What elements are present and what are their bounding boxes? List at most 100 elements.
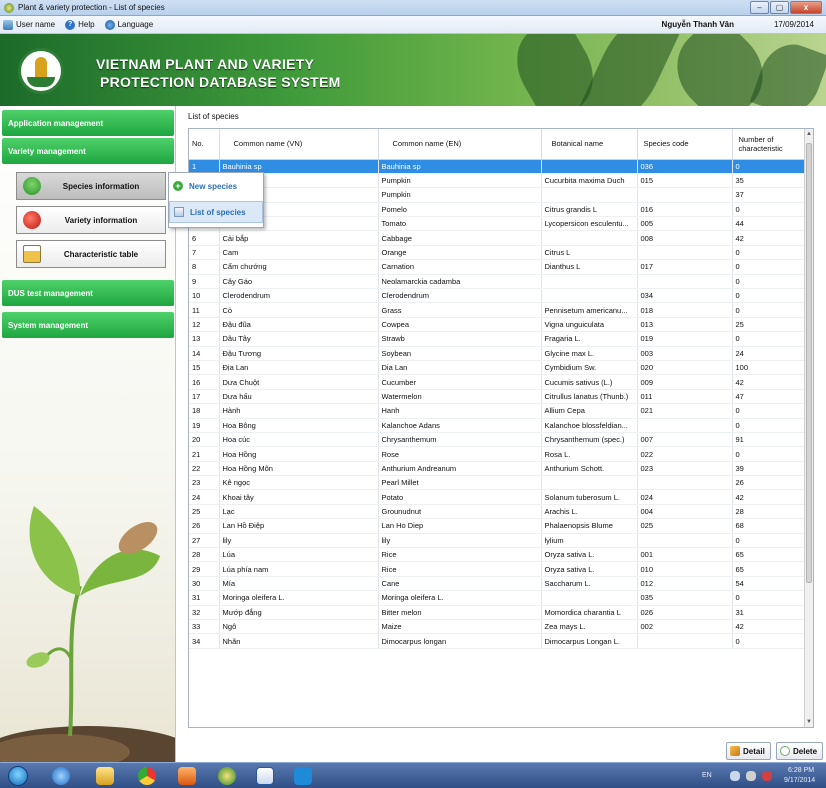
ie-icon[interactable] [52, 767, 70, 785]
table-cell: Kalanchoe blossfeldian... [541, 418, 638, 433]
column-header[interactable]: Botanical name [541, 129, 638, 160]
table-cell [541, 274, 638, 290]
plant-app-icon[interactable] [218, 767, 236, 785]
table-row[interactable]: 31 Moringa oleifera L. Moringa oleifera L.… [189, 590, 807, 606]
table-cell: 013 [637, 317, 733, 333]
menu-language[interactable]: Language [104, 19, 153, 30]
table-row[interactable]: 13 Dâu Tây Strawb Fragaria L. 019 0 [189, 331, 807, 347]
menu-user-name[interactable]: User name [3, 19, 56, 30]
scroll-up-icon[interactable]: ▲ [805, 129, 813, 139]
table-row[interactable]: 8 Cẩm chướng Carnation Dianthus L 017 0 [189, 259, 807, 275]
nav-variety-information[interactable]: Variety information [16, 206, 166, 234]
table-row[interactable]: 23 Kê ngọc Pearl Millet 26 [189, 475, 807, 491]
table-cell: 44 [732, 216, 807, 232]
table-row[interactable]: 12 Đậu đũa Cowpea Vigna unguiculata 013 25 [189, 317, 807, 333]
nav-system-management[interactable]: System management [2, 312, 174, 338]
table-row[interactable]: 15 Địa Lan Dia Lan Cymbidium Sw. 020 100 [189, 360, 807, 376]
start-button-icon[interactable] [8, 766, 28, 786]
table-row[interactable]: 18 Hành Hanh Allium Cepa 021 0 [189, 403, 807, 419]
tray-language[interactable]: EN [702, 772, 712, 779]
close-button[interactable]: x [790, 1, 822, 14]
column-header[interactable]: Number of characteristic [732, 129, 807, 160]
table-cell: 17 [189, 389, 220, 405]
scrollbar-thumb[interactable] [806, 143, 812, 583]
volume-icon[interactable] [746, 771, 756, 781]
folder-icon[interactable] [96, 767, 114, 785]
table-cell: Saccharum L. [541, 576, 638, 592]
table-row[interactable]: 19 Hoa Bông Kalanchoe Adans Kalanchoe bloss… [189, 418, 807, 433]
table-cell: 68 [732, 518, 807, 534]
nav-application-management[interactable]: Application management [2, 110, 174, 136]
table-cell: Pennisetum americanu... [541, 302, 638, 318]
vertical-scrollbar[interactable]: ▲ ▼ [804, 129, 813, 727]
table-cell: Hoa Hồng [219, 446, 379, 462]
nav-dus-test-management[interactable]: DUS test management [2, 280, 174, 306]
nav-species-information[interactable]: Species information [16, 172, 166, 200]
table-cell [637, 475, 733, 491]
detail-button[interactable]: Detail [726, 742, 771, 760]
table-cell: 34 [189, 633, 220, 649]
table-cell: 25 [189, 504, 220, 520]
menu-help[interactable]: ? Help [65, 19, 95, 30]
table-row[interactable]: 29 Lúa phía nam Rice Oryza sativa L. 010 65 [189, 561, 807, 577]
maximize-button[interactable]: ▢ [770, 1, 789, 14]
tree-icon [23, 177, 41, 195]
menu-list-of-species[interactable]: List of species [169, 201, 263, 223]
table-row[interactable]: 7 Cam Orange Citrus L 0 [189, 245, 807, 261]
nav-characteristic-table[interactable]: Characteristic table [16, 240, 166, 268]
table-cell: 91 [732, 432, 807, 448]
delete-button[interactable]: Delete [776, 742, 824, 760]
table-cell: Moringa oleifera L. [219, 590, 379, 606]
table-row[interactable]: 14 Đậu Tương Soybean Glycine max L. 003 24 [189, 346, 807, 361]
tray-time[interactable]: 6:28 PM [788, 767, 814, 774]
table-cell: Pearl Millet [378, 475, 542, 491]
chrome-icon[interactable] [138, 767, 156, 785]
table-row[interactable]: 27 lily lily lylium 0 [189, 533, 807, 549]
network-icon[interactable] [730, 771, 740, 781]
table-row[interactable]: 6 Cải bắp Cabbage 008 42 [189, 230, 807, 246]
menu-user-name-label: User name [16, 20, 56, 29]
table-row[interactable]: 3hataPumpkin37 [189, 187, 807, 203]
table-cell: Carnation [378, 259, 542, 275]
table-row[interactable]: 20 Hoa cúc Chrysanthemum Chrysanthemum (spe… [189, 432, 807, 448]
medical-app-icon[interactable] [294, 767, 312, 785]
scroll-down-icon[interactable]: ▼ [805, 717, 813, 727]
table-row[interactable]: 5Cà chuaTomatoLycopersicon esculentu...0… [189, 216, 807, 232]
table-cell: Clerodendrum [378, 288, 542, 304]
table-row[interactable]: 17 Dưa hấu Watermelon Citrullus lanatus (Th… [189, 389, 807, 405]
column-header[interactable]: Common name (VN) [219, 129, 379, 160]
table-row[interactable]: 32 Mướp đắng Bitter melon Momordica charant… [189, 605, 807, 621]
table-cell: Kalanchoe Adans [378, 418, 542, 433]
table-row[interactable]: 26 Lan Hồ Điệp Lan Ho Diep Phalaenopsis Blu… [189, 518, 807, 534]
table-row[interactable]: 16 Dưa Chuột Cucumber Cucumis sativus (L.) 0… [189, 374, 807, 390]
table-cell: 42 [732, 374, 807, 390]
table-row[interactable]: 22 Hoa Hồng Môn Anthurium Andreanum Anthuri… [189, 461, 807, 477]
alert-icon[interactable] [762, 771, 772, 781]
table-row[interactable]: 11 Cỏ Grass Pennisetum americanu... 018 0 [189, 302, 807, 318]
table-row[interactable]: 24 Khoai tây Potato Solanum tuberosum L. 024… [189, 489, 807, 505]
table-row[interactable]: 10 Clerodendrum Clerodendrum 034 0 [189, 288, 807, 304]
table-row[interactable]: 4PomeloCitrus grandis L0160 [189, 202, 807, 218]
word-icon[interactable] [256, 767, 274, 785]
tray-date[interactable]: 9/17/2014 [784, 777, 815, 784]
table-row[interactable]: 21 Hoa Hồng Rose Rosa L. 022 0 [189, 446, 807, 462]
table-cell: 019 [637, 331, 733, 347]
table-row[interactable]: 1 Bauhinia sp Bauhinia sp 036 0 [189, 159, 807, 174]
table-row[interactable]: 30 Mía Cane Saccharum L. 012 54 [189, 576, 807, 592]
table-row[interactable]: 9 Cây Gáo Neolamarckia cadamba 0 [189, 274, 807, 290]
media-icon[interactable] [178, 767, 196, 785]
table-row[interactable]: 33 Ngô Maize Zea mays L. 002 42 [189, 619, 807, 635]
column-header[interactable]: Species code [637, 129, 733, 160]
table-row[interactable]: 2PumpkinCucurbita maxima Duch01535 [189, 173, 807, 189]
column-header[interactable]: Common name (EN) [378, 129, 542, 160]
nav-variety-management[interactable]: Variety management [2, 138, 174, 164]
help-icon: ? [65, 19, 76, 30]
table-row[interactable]: 34 Nhãn Dimocarpus longan Dimocarpus Longan… [189, 633, 807, 649]
table-row[interactable]: 25 Lạc Grounudnut Arachis L. 004 28 [189, 504, 807, 520]
menu-new-species[interactable]: + New species [169, 175, 263, 197]
table-cell: Zea mays L. [541, 619, 638, 635]
table-row[interactable]: 28 Lúa Rice Oryza sativa L. 001 65 [189, 547, 807, 563]
minimize-button[interactable]: – [750, 1, 769, 14]
column-header[interactable]: No. [189, 129, 220, 160]
table-cell: 37 [732, 187, 807, 203]
